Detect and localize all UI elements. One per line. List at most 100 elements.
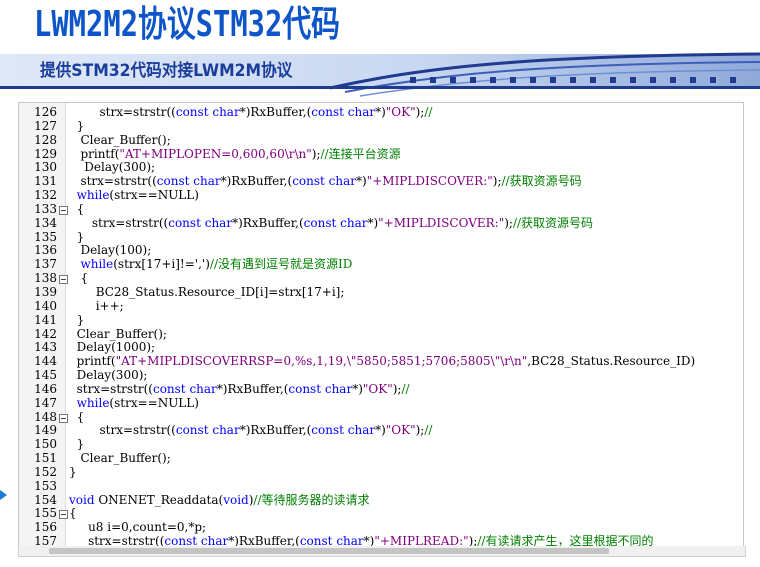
code-line[interactable]: 140 i++; xyxy=(19,299,743,314)
code-token: char xyxy=(193,174,221,189)
code-line[interactable]: 151 Clear_Buffer(); xyxy=(19,451,743,466)
code-token: *)RxBuffer,( xyxy=(239,423,312,438)
slide-subtitle: 提供STM32代码对接LWM2M协议 xyxy=(40,61,293,81)
code-text: while(strx[17+i]!=',')//没有遇到逗号就是资源ID xyxy=(69,257,352,272)
code-token: //等待服务器的读请求 xyxy=(253,492,370,507)
code-token: char xyxy=(204,215,233,230)
code-line[interactable]: 142 Clear_Buffer(); xyxy=(19,327,743,342)
code-line[interactable]: 137 while(strx[17+i]!=',')//没有遇到逗号就是资源ID xyxy=(19,257,743,272)
code-line[interactable]: 128 Clear_Buffer(); xyxy=(19,132,743,148)
code-text: printf("AT+MIPLOPEN=0,600,60\r\n");//连接平… xyxy=(69,146,400,162)
line-number: 154 xyxy=(34,492,57,507)
code-token: printf( xyxy=(69,146,120,161)
line-number: 151 xyxy=(34,451,57,466)
line-number: 137 xyxy=(34,257,57,272)
line-number: 132 xyxy=(34,188,57,203)
code-token: { xyxy=(69,271,89,286)
code-token: (strx==NULL) xyxy=(109,188,199,203)
code-token: char xyxy=(212,423,240,438)
line-number: 131 xyxy=(34,174,57,189)
code-line[interactable]: 144 printf("AT+MIPLDISCOVERRSP=0,%s,1,19… xyxy=(19,354,743,369)
code-token: //获取资源号码 xyxy=(512,215,594,230)
line-number: 138 xyxy=(34,271,57,286)
code-text: } xyxy=(69,119,85,134)
code-line[interactable]: 155 { xyxy=(19,507,743,521)
scrollbar-thumb[interactable] xyxy=(49,548,609,554)
line-number: 152 xyxy=(34,464,57,479)
code-line[interactable]: 133 { xyxy=(19,202,743,217)
code-token: Clear_Buffer(); xyxy=(69,132,171,147)
code-token: "+MIPLDISCOVER:" xyxy=(366,174,493,189)
fold-toggle-icon[interactable] xyxy=(59,510,68,520)
code-line[interactable]: 150 } xyxy=(19,437,743,452)
code-token: char xyxy=(189,381,217,396)
code-token: while xyxy=(80,257,114,272)
code-token: *) xyxy=(375,423,386,438)
line-number: 135 xyxy=(34,229,57,244)
code-line[interactable]: 148 { xyxy=(19,409,743,425)
code-token: "+MIPLDISCOVER:" xyxy=(378,215,505,230)
code-text: void ONENET_Readdata(void)//等待服务器的读请求 xyxy=(69,492,370,508)
line-number: 143 xyxy=(34,340,57,355)
code-token: char xyxy=(212,105,240,119)
fold-toggle-icon[interactable] xyxy=(59,413,68,423)
code-line[interactable]: 132 while(strx==NULL) xyxy=(19,188,743,203)
code-token: *) xyxy=(356,174,367,189)
code-line[interactable]: 149 strx=strstr((const char*)RxBuffer,(c… xyxy=(19,423,743,438)
line-number: 155 xyxy=(34,506,57,521)
code-token: const xyxy=(288,381,322,396)
horizontal-scrollbar[interactable] xyxy=(18,546,746,557)
code-token: char xyxy=(340,215,368,230)
code-line[interactable]: 126 strx=strstr((const char*)RxBuffer,(c… xyxy=(19,105,743,120)
code-token: *) xyxy=(367,215,379,230)
code-line[interactable]: 141 } xyxy=(19,312,743,328)
line-number: 149 xyxy=(34,423,57,438)
code-line[interactable]: 138 { xyxy=(19,271,743,286)
line-number: 146 xyxy=(34,381,57,396)
code-token: const xyxy=(292,174,325,189)
code-line[interactable]: 143 Delay(1000); xyxy=(19,340,743,355)
code-token: const xyxy=(156,174,190,189)
code-line[interactable]: 154 void ONENET_Readdata(void)//等待服务器的读请求 xyxy=(19,492,743,508)
code-token: const xyxy=(311,105,344,119)
code-lines: 126 strx=strstr((const char*)RxBuffer,(c… xyxy=(19,105,743,547)
code-line[interactable]: 139 BC28_Status.Resource_ID[i]=strx[17+i… xyxy=(19,285,743,300)
code-line[interactable]: 153 xyxy=(19,479,743,494)
code-token: const xyxy=(175,105,209,119)
code-token: strx=strstr(( xyxy=(69,174,157,189)
line-number: 128 xyxy=(34,132,57,147)
line-number: 145 xyxy=(34,368,57,383)
code-line[interactable]: 147 while(strx==NULL) xyxy=(19,395,743,411)
code-token: Clear_Buffer(); xyxy=(69,451,171,466)
code-token: } xyxy=(69,312,85,327)
code-token: const xyxy=(303,215,337,230)
code-text: i++; xyxy=(69,299,124,314)
code-line[interactable]: 127 } xyxy=(19,118,743,134)
code-line[interactable]: 145 Delay(300); xyxy=(19,368,743,383)
current-line-arrow-icon xyxy=(0,490,7,500)
code-line[interactable]: 129 printf("AT+MIPLOPEN=0,600,60\r\n");/… xyxy=(19,146,743,162)
slide-title: LWM2M2协议STM32代码 xyxy=(34,4,340,45)
fold-toggle-icon[interactable] xyxy=(59,275,68,285)
code-line[interactable]: 130 Delay(300); xyxy=(19,160,743,175)
code-line[interactable]: 152} xyxy=(19,464,743,480)
code-editor[interactable]: 126 strx=strstr((const char*)RxBuffer,(c… xyxy=(18,102,744,548)
code-line[interactable]: 131 strx=strstr((const char*)RxBuffer,(c… xyxy=(19,174,743,189)
code-text: { xyxy=(69,202,85,217)
code-token: } xyxy=(69,464,77,479)
code-text: strx=strstr((const char*)RxBuffer,(const… xyxy=(69,381,410,397)
line-number: 127 xyxy=(34,118,57,133)
code-line[interactable]: 135 } xyxy=(19,229,743,245)
code-token: char xyxy=(347,423,376,438)
code-line[interactable]: 146 strx=strstr((const char*)RxBuffer,(c… xyxy=(19,381,743,397)
code-text: } xyxy=(69,464,77,480)
code-token: *)RxBuffer,( xyxy=(220,174,293,189)
code-token: { xyxy=(69,409,85,424)
code-token: while xyxy=(76,395,110,410)
code-token: char xyxy=(328,174,357,189)
code-line[interactable]: 134 strx=strstr((const char*)RxBuffer,(c… xyxy=(19,215,743,231)
fold-toggle-icon[interactable] xyxy=(59,205,68,215)
